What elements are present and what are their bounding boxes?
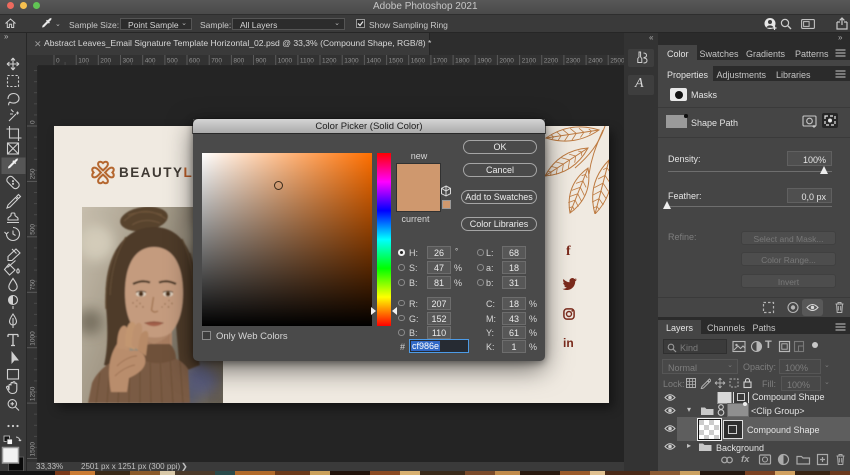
svg-text:1400: 1400 bbox=[366, 58, 381, 65]
svg-text:500: 500 bbox=[167, 58, 178, 65]
svg-text:250: 250 bbox=[30, 168, 37, 179]
svg-text:2000: 2000 bbox=[499, 58, 514, 65]
svg-text:2100: 2100 bbox=[522, 58, 537, 65]
svg-text:0: 0 bbox=[56, 58, 60, 65]
svg-text:750: 750 bbox=[30, 279, 37, 290]
svg-text:2300: 2300 bbox=[566, 58, 581, 65]
svg-text:1200: 1200 bbox=[322, 58, 337, 65]
svg-text:1300: 1300 bbox=[344, 58, 359, 65]
svg-text:2400: 2400 bbox=[588, 58, 603, 65]
svg-text:500: 500 bbox=[30, 224, 37, 235]
svg-text:1250: 1250 bbox=[30, 386, 37, 401]
svg-text:1800: 1800 bbox=[455, 58, 470, 65]
svg-text:2500: 2500 bbox=[610, 58, 624, 65]
svg-text:1900: 1900 bbox=[477, 58, 492, 65]
svg-text:1500: 1500 bbox=[389, 58, 404, 65]
svg-text:1500: 1500 bbox=[30, 442, 37, 457]
svg-text:1000: 1000 bbox=[278, 58, 293, 65]
svg-text:800: 800 bbox=[233, 58, 244, 65]
svg-text:1700: 1700 bbox=[433, 58, 448, 65]
svg-text:1600: 1600 bbox=[411, 58, 426, 65]
svg-text:0: 0 bbox=[30, 120, 37, 124]
svg-text:2200: 2200 bbox=[544, 58, 559, 65]
svg-text:1000: 1000 bbox=[30, 331, 37, 346]
svg-text:1100: 1100 bbox=[300, 58, 314, 65]
